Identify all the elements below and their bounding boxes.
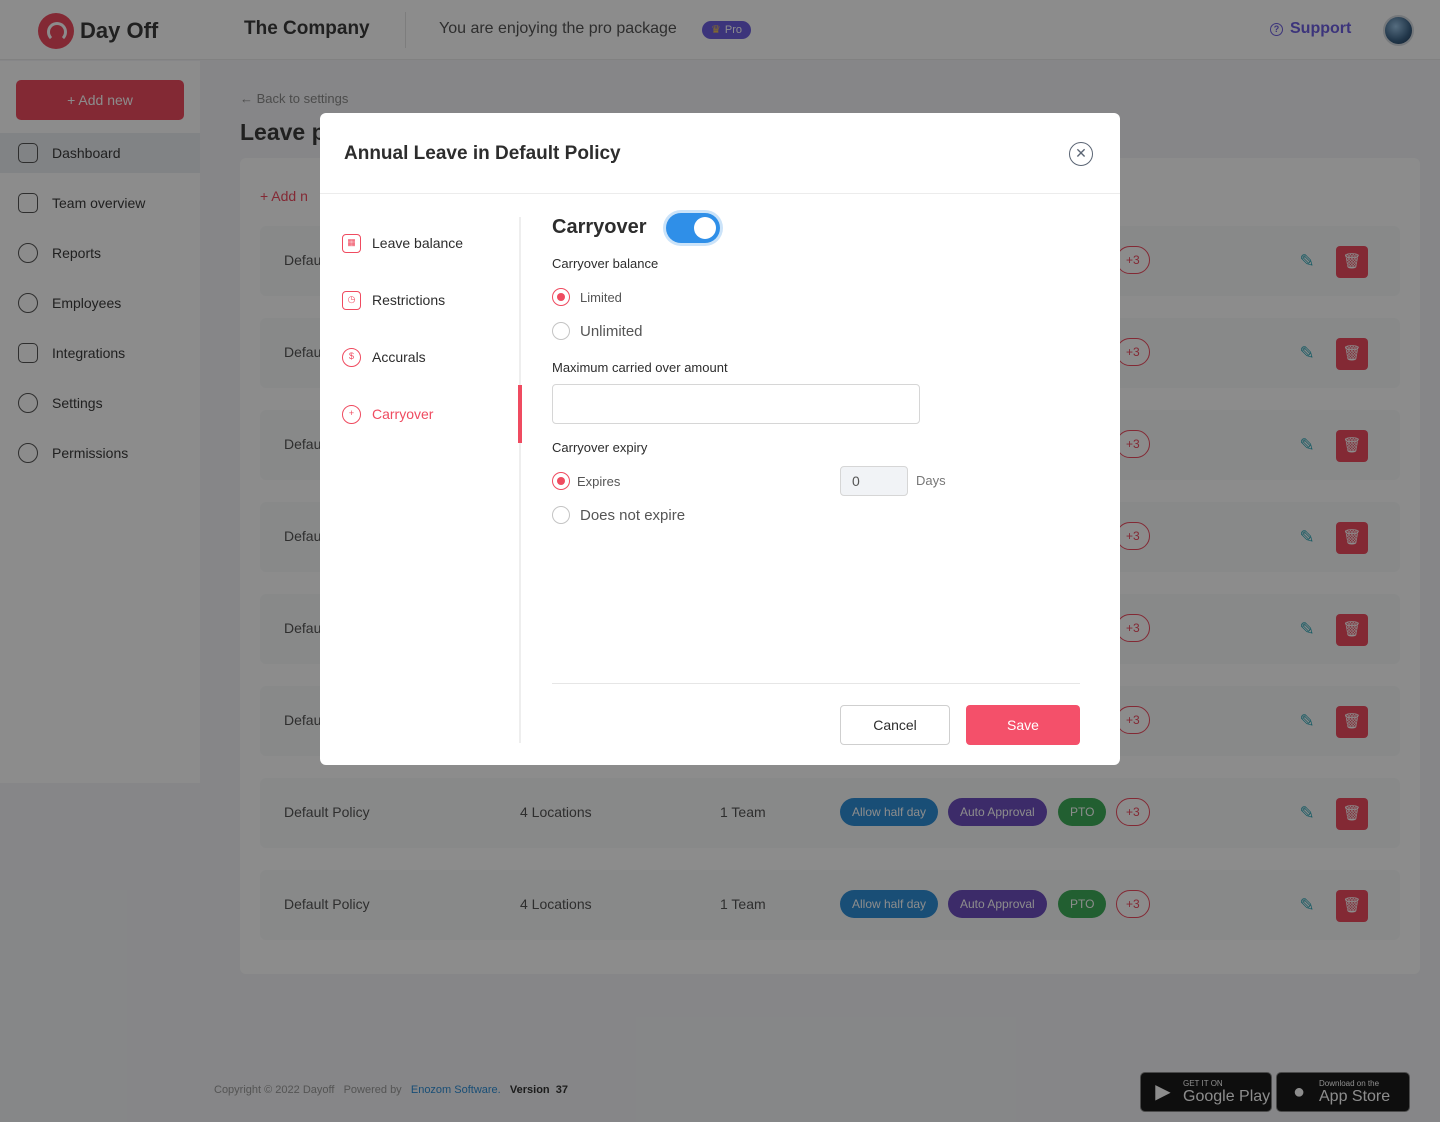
carryover-expiry-label: Carryover expiry (552, 440, 648, 455)
calendar-clock-icon: ◷ (342, 290, 361, 310)
carryover-modal: Annual Leave in Default Policy ✕ ▦ Leave… (320, 113, 1120, 765)
tab-label: Accurals (372, 349, 426, 365)
cancel-button[interactable]: Cancel (840, 705, 950, 745)
tabs-divider (519, 217, 521, 743)
days-input[interactable] (840, 466, 908, 496)
radio-does-not-expire[interactable]: Does not expire (552, 506, 685, 524)
section-title: Carryover (552, 216, 647, 238)
radio-button[interactable] (552, 288, 570, 306)
tab-label: Carryover (372, 406, 434, 422)
modal-title: Annual Leave in Default Policy (344, 143, 621, 164)
radio-expires[interactable]: Expires (552, 472, 620, 490)
active-tab-indicator (518, 385, 522, 443)
tab-label: Restrictions (372, 292, 446, 308)
refresh-plus-icon: + (342, 404, 361, 424)
radio-limited[interactable]: Limited (552, 288, 622, 306)
tab-accurals[interactable]: $ Accurals (342, 345, 426, 369)
radio-label: Limited (580, 289, 622, 305)
tab-carryover[interactable]: + Carryover (342, 402, 433, 426)
dollar-refresh-icon: $ (342, 347, 361, 367)
max-amount-input[interactable] (552, 384, 920, 424)
tab-label: Leave balance (372, 235, 464, 251)
radio-label: Does not expire (580, 506, 686, 524)
carryover-toggle[interactable] (666, 213, 720, 243)
max-amount-label: Maximum carried over amount (552, 360, 728, 375)
days-label: Days (916, 473, 946, 488)
radio-unlimited[interactable]: Unlimited (552, 322, 643, 340)
modal-footer-divider (552, 683, 1080, 684)
radio-button[interactable] (552, 322, 570, 340)
radio-button[interactable] (552, 472, 570, 490)
radio-label: Expires (577, 473, 621, 489)
save-button[interactable]: Save (966, 705, 1080, 745)
tab-restrictions[interactable]: ◷ Restrictions (342, 288, 445, 312)
tab-leave-balance[interactable]: ▦ Leave balance (342, 231, 463, 255)
toggle-knob (694, 217, 716, 239)
calendar-icon: ▦ (342, 233, 361, 253)
modal-divider (320, 193, 1120, 194)
radio-label: Unlimited (580, 322, 643, 340)
close-icon[interactable]: ✕ (1069, 142, 1093, 166)
carryover-balance-label: Carryover balance (552, 256, 659, 271)
radio-button[interactable] (552, 506, 570, 524)
